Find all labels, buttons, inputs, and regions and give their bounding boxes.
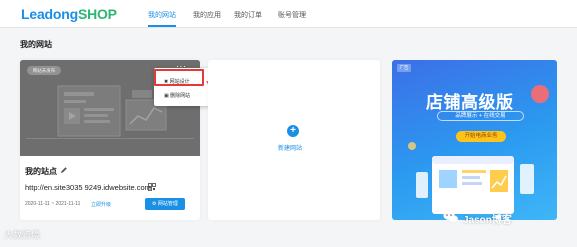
- watermark-right: Jason博客: [463, 215, 512, 226]
- start-ecommerce-button[interactable]: 开始电商业务: [456, 131, 506, 142]
- new-site-card[interactable]: [208, 60, 380, 220]
- promo-subtitle: 品牌展示 + 在线交易: [437, 111, 524, 121]
- watermark-left: 大数跨境: [4, 230, 41, 240]
- new-site-label[interactable]: 新建网站: [278, 143, 302, 152]
- promo-title: 店铺高级版: [426, 93, 514, 112]
- ad-badge: 广告: [397, 64, 411, 72]
- wechat-icon: [443, 211, 459, 223]
- plus-icon[interactable]: +: [287, 125, 299, 137]
